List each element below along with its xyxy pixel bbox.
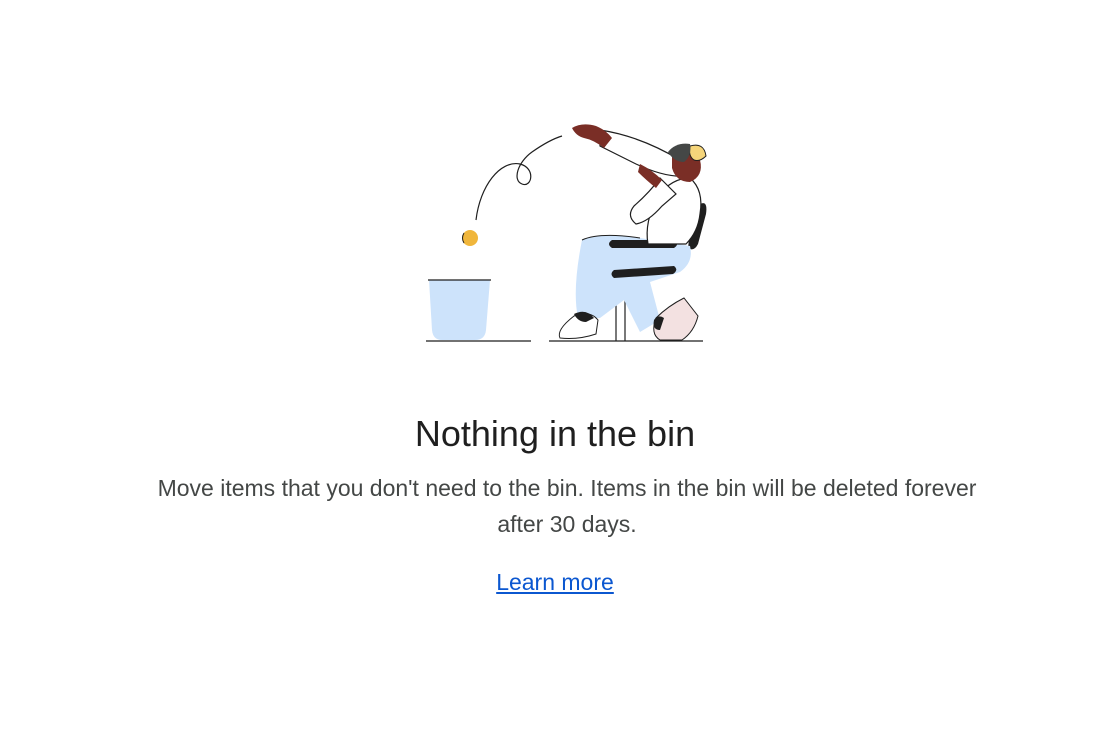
empty-bin-page: Nothing in the bin Move items that you d… — [0, 0, 1110, 738]
learn-more-link[interactable]: Learn more — [496, 569, 614, 595]
learn-more-container: Learn more — [0, 564, 1110, 600]
empty-state-title: Nothing in the bin — [414, 413, 696, 454]
empty-state-description: Move items that you don't need to the bi… — [157, 475, 977, 537]
person-figure — [558, 124, 707, 341]
bin-icon — [428, 279, 491, 340]
toss-trajectory — [475, 135, 563, 221]
coin-icon — [462, 230, 478, 246]
person-tossing-item-into-bin-illustration — [426, 124, 707, 342]
